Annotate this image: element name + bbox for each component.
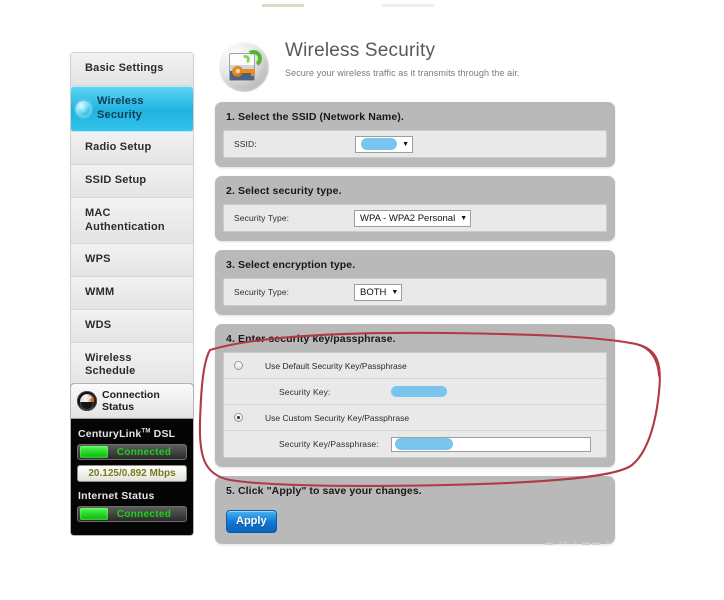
section-heading: 1. Select the SSID (Network Name).: [226, 111, 404, 123]
internet-status-bar: Connected: [77, 506, 187, 523]
top-cutoff-artifact-left: [262, 4, 304, 7]
security-type-row: Security Type: WPA - WPA2 Personal ▼: [224, 205, 606, 231]
dsl-status-text: Connected: [116, 446, 172, 458]
custom-security-key-redaction-mark: [395, 438, 453, 450]
custom-security-key-label: Security Key/Passphrase:: [279, 439, 379, 449]
sidebar-item-mac-authentication[interactable]: MAC Authentication: [71, 197, 193, 245]
use-custom-key-label: Use Custom Security Key/Passphrase: [265, 412, 410, 423]
internet-status-indicator-icon: [80, 508, 108, 521]
security-type-value: WPA - WPA2 Personal: [360, 212, 456, 224]
wireless-security-icon: [215, 42, 273, 94]
sidebar-item-label: MAC Authentication: [85, 206, 165, 233]
default-security-key-redaction-mark: [391, 386, 447, 397]
use-default-key-label: Use Default Security Key/Passphrase: [265, 360, 407, 371]
default-security-key-label: Security Key:: [279, 386, 331, 397]
radio-use-default-key[interactable]: [234, 361, 243, 370]
section-select-security-type: 2. Select security type. Security Type: …: [215, 176, 615, 241]
connection-speed-value: 20.125/0.892 Mbps: [77, 465, 187, 483]
internet-status-text: Connected: [116, 508, 172, 520]
use-default-key-option[interactable]: Use Default Security Key/Passphrase: [224, 353, 606, 379]
speedometer-icon: [77, 391, 97, 412]
chevron-down-icon: ▼: [460, 214, 468, 222]
sidebar-item-label: WPS: [85, 253, 111, 266]
sidebar-item-radio-setup[interactable]: Radio Setup: [71, 132, 193, 165]
custom-security-key-row: Security Key/Passphrase:: [224, 431, 606, 457]
main-content: Wireless Security Secure your wireless t…: [215, 40, 615, 553]
dsl-suffix: DSL: [153, 428, 176, 441]
connection-status-title-line2: Status: [102, 401, 135, 414]
sidebar-nav: Basic Settings Wireless Security Radio S…: [70, 52, 194, 422]
footer-ghost-text: ▬ ▪▪ ▪ ▬▬ ▪: [545, 538, 612, 547]
apply-button[interactable]: Apply: [226, 510, 277, 533]
dsl-status-indicator-icon: [80, 446, 108, 459]
section-heading: 2. Select security type.: [226, 185, 342, 197]
connection-status-body: CenturyLinkTM DSL Connected 20.125/0.892…: [71, 419, 193, 536]
sidebar-item-label: WMM: [85, 286, 115, 298]
security-type-select[interactable]: WPA - WPA2 Personal ▼: [354, 209, 472, 227]
encryption-type-field-label: Security Type:: [234, 287, 290, 297]
trademark-mark: TM: [141, 428, 151, 435]
sidebar-item-ssid-setup[interactable]: SSID Setup: [71, 165, 193, 198]
sidebar-item-label: Wireless Schedule: [85, 351, 136, 378]
section-apply: 5. Click "Apply" to save your changes. A…: [215, 476, 615, 544]
chevron-down-icon: ▼: [402, 140, 409, 148]
sidebar-item-wmm[interactable]: WMM: [71, 277, 193, 310]
default-security-key-row: Security Key:: [224, 379, 606, 405]
section-enter-security-key: 4. Enter security key/passphrase. Use De…: [215, 324, 615, 467]
sidebar-item-wps[interactable]: WPS: [71, 244, 193, 277]
active-orb-icon: [76, 101, 91, 116]
page-title: Wireless Security: [285, 40, 436, 61]
sidebar-item-basic-settings[interactable]: Basic Settings: [71, 53, 193, 86]
connection-status-header: Connection Status: [71, 384, 193, 420]
ssid-redaction-mark: [361, 138, 398, 150]
encryption-type-value: BOTH: [360, 286, 387, 298]
connection-status-title: Connection Status: [102, 389, 160, 413]
sidebar-item-label: Radio Setup: [85, 141, 152, 154]
security-type-field-label: Security Type:: [234, 213, 290, 223]
internet-status-label: Internet Status: [78, 490, 155, 503]
custom-security-key-input[interactable]: [391, 436, 591, 452]
dsl-status-bar: Connected: [77, 444, 187, 461]
ssid-field-label: SSID:: [234, 139, 257, 149]
sidebar-item-label: Basic Settings: [85, 62, 164, 74]
ssid-select[interactable]: ▼: [355, 135, 413, 153]
sidebar-item-wireless-security[interactable]: Wireless Security: [71, 85, 193, 133]
section-select-encryption-type: 3. Select encryption type. Security Type…: [215, 250, 615, 315]
use-custom-key-option[interactable]: Use Custom Security Key/Passphrase: [224, 405, 606, 431]
radio-use-custom-key[interactable]: [234, 413, 243, 422]
top-cutoff-artifact-right: [382, 4, 434, 7]
dsl-provider-name: CenturyLink: [78, 428, 142, 441]
section-heading: 3. Select encryption type.: [226, 259, 356, 271]
encryption-type-row: Security Type: BOTH ▼: [224, 279, 606, 305]
encryption-type-select[interactable]: BOTH ▼: [354, 283, 403, 301]
ssid-row: SSID: ▼: [224, 131, 606, 157]
page-header: Wireless Security Secure your wireless t…: [215, 40, 615, 102]
sidebar-item-wds[interactable]: WDS: [71, 309, 193, 343]
sidebar-item-label: WDS: [85, 318, 112, 331]
dsl-label: CenturyLinkTM DSL: [77, 425, 187, 444]
page-subtitle: Secure your wireless traffic as it trans…: [285, 67, 520, 78]
connection-status-title-line1: Connection: [102, 389, 160, 401]
sidebar-item-label: SSID Setup: [85, 174, 147, 186]
section-heading: 4. Enter security key/passphrase.: [226, 333, 396, 345]
section-select-ssid: 1. Select the SSID (Network Name). SSID:…: [215, 102, 615, 167]
chevron-down-icon: ▼: [391, 288, 399, 296]
section-heading: 5. Click "Apply" to save your changes.: [226, 485, 422, 497]
sidebar-item-label: Wireless Security: [97, 94, 144, 121]
connection-status-panel: Connection Status CenturyLinkTM DSL Conn…: [70, 383, 194, 537]
